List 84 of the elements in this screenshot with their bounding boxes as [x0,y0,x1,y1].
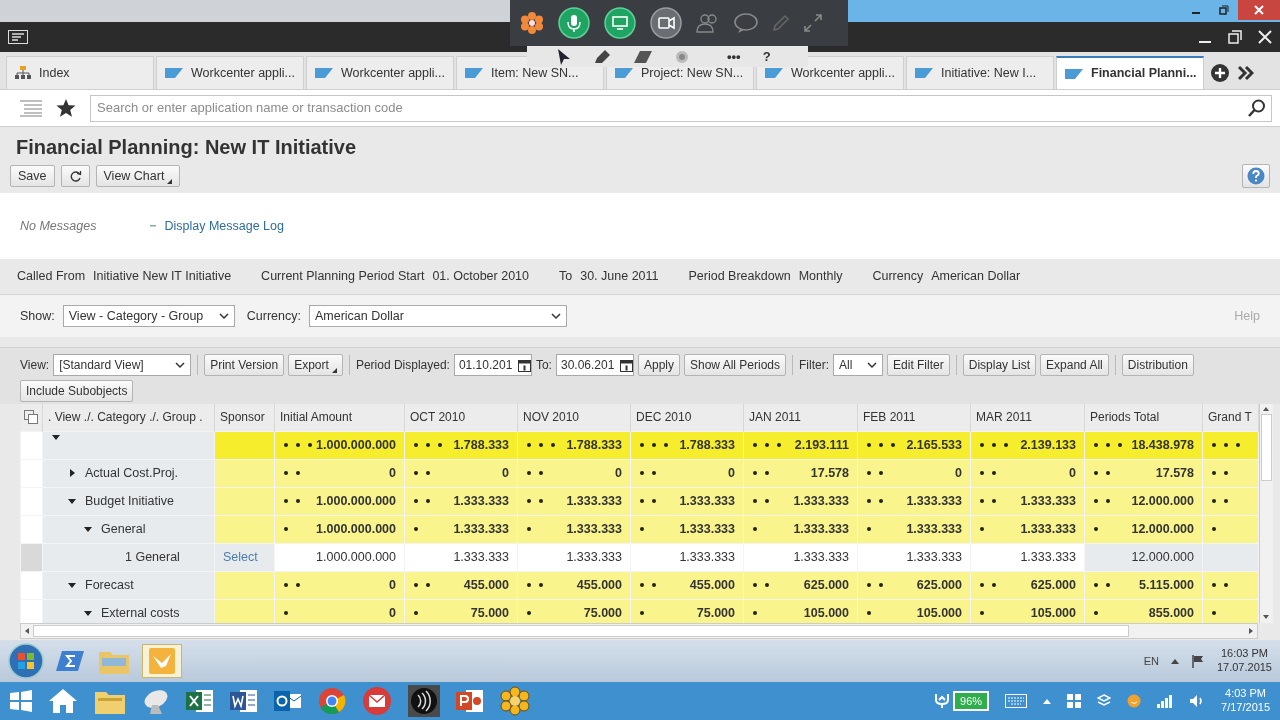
amount-cell-text: 1.333.333 [906,492,962,510]
amount-cell-text: 105.000 [803,604,849,622]
field-label: Period Displayed: [355,357,450,374]
info-label: Currency [872,268,924,286]
amount-cell-text: 0 [615,464,622,482]
amount-cell-text: 1.333.333 [793,548,849,566]
row-label: Forecast [85,576,134,594]
amount-cell-text: 5.115.000 [1139,576,1194,594]
amount-cell-text: 75.000 [470,604,509,622]
amount-cell-text: 625.000 [803,576,849,594]
info-value: American Dollar [931,268,1021,286]
info-label: Called From [17,268,86,286]
clock-date: 7/17/2015 [1221,701,1270,715]
amount-cell-text: 455.000 [463,576,509,594]
amount-cell-text: 1.333.333 [793,520,849,538]
amount-cell-text: 1.333.333 [453,492,509,510]
amount-cell-text: 1.333.333 [1020,548,1076,566]
amount-cell-text: 0 [728,464,735,482]
page-title: Financial Planning: New IT Initiative [15,135,358,160]
amount-cell-text: 1.000.000.000 [316,436,396,454]
row-label: Budget Initiative [85,492,174,510]
field-label: To: [535,357,552,374]
amount-cell-text: 1.333.333 [566,548,622,566]
amount-cell-text: 0 [389,576,396,594]
amount-cell-text: 1.333.333 [679,520,735,538]
info-value: Initiative New IT Initiative [93,268,232,286]
field-label: Currency: [246,307,301,325]
field-label: View: [20,357,50,374]
amount-cell-text: 0 [389,464,396,482]
amount-cell-text: 0 [502,464,509,482]
field-label: Show: [20,307,55,325]
amount-cell-text: 2.165.533 [906,436,962,454]
amount-cell-text: 105.000 [916,604,962,622]
amount-cell-text: 1.333.333 [453,548,509,566]
amount-cell-text: 1.333.333 [679,492,735,510]
amount-cell-text: 1.333.333 [906,520,962,538]
amount-cell-text: 1.000.000.000 [316,492,396,510]
amount-cell-text: 12.000.000 [1131,520,1194,538]
amount-cell-text: 2.193.111 [794,436,849,454]
row-label: 1 General [125,548,180,566]
amount-cell-text: 455.000 [689,576,735,594]
amount-cell-text: 1.788.333 [453,436,509,454]
amount-cell-text: 1.333.333 [793,492,849,510]
amount-cell-text: 2.139.133 [1020,436,1076,454]
amount-cell-text: 1.788.333 [566,436,622,454]
info-label: Period Breakdown [688,268,791,286]
message-status: No Messages [20,217,97,235]
clock-date: 17.07.2015 [1216,661,1272,675]
clock-time: 4:03 PM [1224,687,1267,701]
amount-cell-text: 1.000.000.000 [316,548,396,566]
amount-cell-text: 75.000 [583,604,622,622]
amount-cell-text: 12.000.000 [1131,492,1194,510]
amount-cell-text: 1.788.333 [679,436,735,454]
amount-cell-text: 625.000 [916,576,962,594]
amount-cell-text: 12.000.000 [1131,548,1194,566]
row-label: External costs [101,604,180,622]
amount-cell-text: 1.333.333 [566,520,622,538]
amount-cell-text: 0 [955,464,962,482]
amount-cell-text: 1.333.333 [453,520,509,538]
amount-cell-text: 855.000 [1148,604,1194,622]
info-value: 30. June 2011 [580,268,659,286]
info-value: 01. October 2010 [432,268,529,286]
amount-cell-text: 0 [389,604,396,622]
amount-cell-text: 1.000.000.000 [316,520,396,538]
field-label: Filter: [799,357,830,374]
amount-cell-text: 75.000 [696,604,735,622]
amount-cell-text: 0 [1069,464,1076,482]
clock-time: 16:03 PM [1219,647,1269,661]
info-label: Current Planning Period Start [261,268,425,286]
amount-cell-text: 1.333.333 [1020,520,1076,538]
info-label: To [559,268,573,286]
row-label: General [101,520,146,538]
amount-cell-text: 17.578 [810,464,849,482]
info-value: Monthly [798,268,843,286]
amount-cell-text: 1.333.333 [1020,492,1076,510]
amount-cell-text: 625.000 [1030,576,1076,594]
amount-cell-text: 105.000 [1030,604,1076,622]
amount-cell-text: 455.000 [576,576,622,594]
amount-cell-text: 17.578 [1155,464,1194,482]
amount-cell-text: 1.333.333 [566,492,622,510]
row-label: Actual Cost.Proj. [85,464,179,482]
amount-cell-text: 1.333.333 [906,548,962,566]
amount-cell-text: 1.333.333 [679,548,735,566]
amount-cell-text: 18.438.978 [1131,436,1194,454]
